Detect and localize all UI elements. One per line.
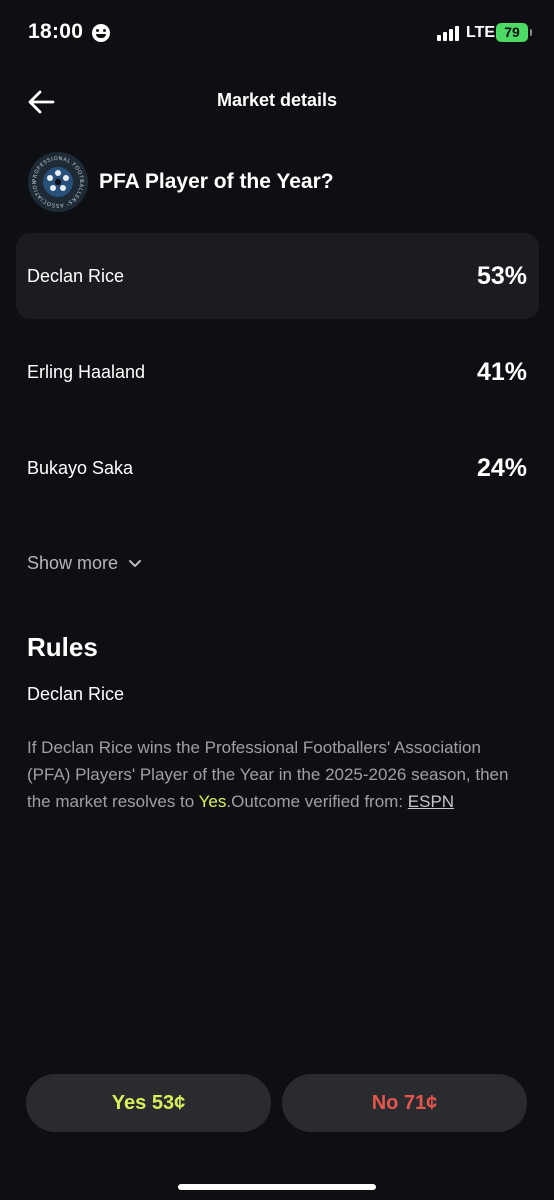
buy-yes-button[interactable]: Yes 53¢ [26, 1074, 271, 1132]
network-type: LTE [466, 24, 496, 41]
outcome-name: Erling Haaland [27, 362, 146, 382]
rules-yes-word: Yes [198, 792, 227, 811]
home-indicator [178, 1184, 376, 1190]
page-title: Market details [216, 90, 338, 110]
show-more-label: Show more [27, 553, 119, 573]
outcome-percent: 24% [476, 454, 527, 482]
rules-verified-prefix: .Outcome verified from: [226, 792, 408, 811]
rules-text: If Declan Rice wins the Professional Foo… [27, 734, 527, 815]
outcome-percent: 53% [476, 262, 527, 290]
battery-icon: 79 [496, 23, 532, 42]
pfa-logo: PROFESSIONAL FOOTBALLERS' ASSOCIATION [27, 151, 89, 213]
outcome-name: Bukayo Saka [27, 458, 134, 478]
rules-title: Rules [27, 632, 98, 662]
smiley-icon [92, 24, 110, 42]
signal-icon [437, 25, 459, 41]
market-title: PFA Player of the Year? [99, 170, 334, 193]
rules-subtitle: Declan Rice [27, 684, 125, 704]
buy-no-button[interactable]: No 71¢ [282, 1074, 527, 1132]
outcome-row-bukayo-saka[interactable]: Bukayo Saka 24% [16, 425, 539, 511]
market-details-screen: 18:00 LTE 79 Market details PROFESSIONAL… [0, 0, 554, 1200]
status-bar: 18:00 LTE 79 [0, 0, 554, 66]
outcome-percent: 41% [476, 358, 527, 386]
espn-link[interactable]: ESPN [408, 792, 454, 811]
outcome-row-erling-haaland[interactable]: Erling Haaland 41% [16, 329, 539, 415]
show-more-button[interactable]: Show more [27, 553, 142, 574]
outcome-row-declan-rice[interactable]: Declan Rice 53% [16, 233, 539, 319]
outcome-name: Declan Rice [27, 266, 125, 286]
status-time: 18:00 [28, 20, 84, 43]
chevron-down-icon [129, 559, 142, 567]
